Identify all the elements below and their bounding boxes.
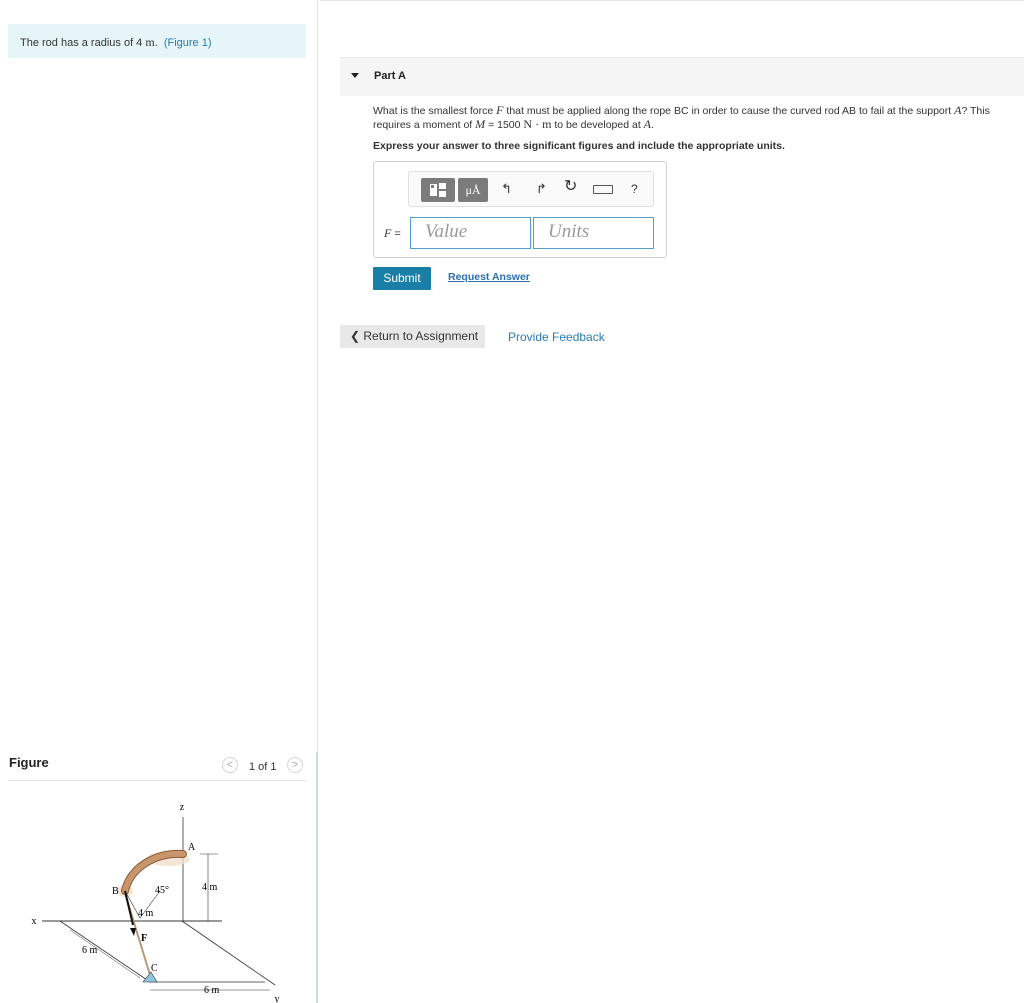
point-b-label: B [112,886,119,897]
var-a: A [643,117,651,131]
top-divider [320,0,1024,1]
y-label: y [275,994,280,1003]
question-seg: = 1500 [488,119,521,131]
question-seg: . [651,119,654,131]
dimension-6m-left: 6 m [82,945,98,956]
intro-text: The rod has a radius of 4 [20,37,143,49]
collapse-caret-icon[interactable] [351,73,359,78]
rod-figure: z x y A B C F 45° 4 m 4 m 6 m 6 m [32,802,280,1003]
intro-suffix: . [154,37,158,49]
moment-units: N · m [523,117,552,131]
point-a-label: A [188,842,196,853]
point-c-label: C [151,963,158,974]
help-icon[interactable]: ? [631,181,638,197]
redo-icon[interactable]: ↱ [536,181,547,197]
z-label: z [180,802,185,813]
answer-instruction: Express your answer to three significant… [373,140,785,152]
angle-label: 45° [155,885,169,896]
prev-figure-button[interactable]: < [222,757,238,773]
part-a-header[interactable]: Part A [340,57,1024,96]
dimension-6m-bottom: 6 m [204,985,220,996]
dimension-4m-vertical: 4 m [202,882,218,893]
keyboard-icon[interactable] [593,185,613,194]
figure-link[interactable]: (Figure 1) [164,37,212,49]
question-seg: to be developed at [554,119,641,131]
intro-unit: m [145,35,155,49]
part-title: Part A [374,70,406,82]
pane-splitter-handle[interactable] [316,752,318,1003]
request-answer-link[interactable]: Request Answer [448,271,530,283]
reset-icon[interactable]: ↻ [564,179,577,195]
dimension-line [69,929,141,979]
answer-equals: = [394,228,401,240]
units-input[interactable]: Units [533,217,654,249]
provide-feedback-link[interactable]: Provide Feedback [508,330,605,344]
problem-intro: The rod has a radius of 4 m. (Figure 1) [8,24,306,58]
question-text: What is the smallest force F that must b… [373,104,1018,132]
figure-title: Figure [9,755,49,770]
force-f-label: F [141,933,147,944]
templates-icon [430,183,446,197]
question-seg: What is the smallest force [373,105,494,117]
figure-pager: 1 of 1 [249,761,277,773]
var-m: M [475,117,486,131]
question-seg: that must be applied along the rope BC i… [506,105,952,117]
units-button[interactable]: μÅ [458,178,488,202]
next-figure-button[interactable]: > [287,757,303,773]
submit-button[interactable]: Submit [373,267,431,290]
undo-icon[interactable]: ↰ [501,181,512,197]
var-f: F [496,103,504,117]
figure-divider [8,780,306,781]
templates-button[interactable] [421,178,455,202]
answer-var: F [384,226,392,240]
dimension-4m-radius: 4 m [138,908,154,919]
math-toolbar: μÅ ↰ ↱ ↻ ? [408,171,654,207]
y-axis-line [181,920,276,986]
value-input[interactable]: Value [410,217,531,249]
return-to-assignment-button[interactable]: ❮ Return to Assignment [340,325,485,348]
x-label: x [32,916,37,927]
answer-label: F = [384,226,401,241]
force-arrowhead [130,928,136,936]
